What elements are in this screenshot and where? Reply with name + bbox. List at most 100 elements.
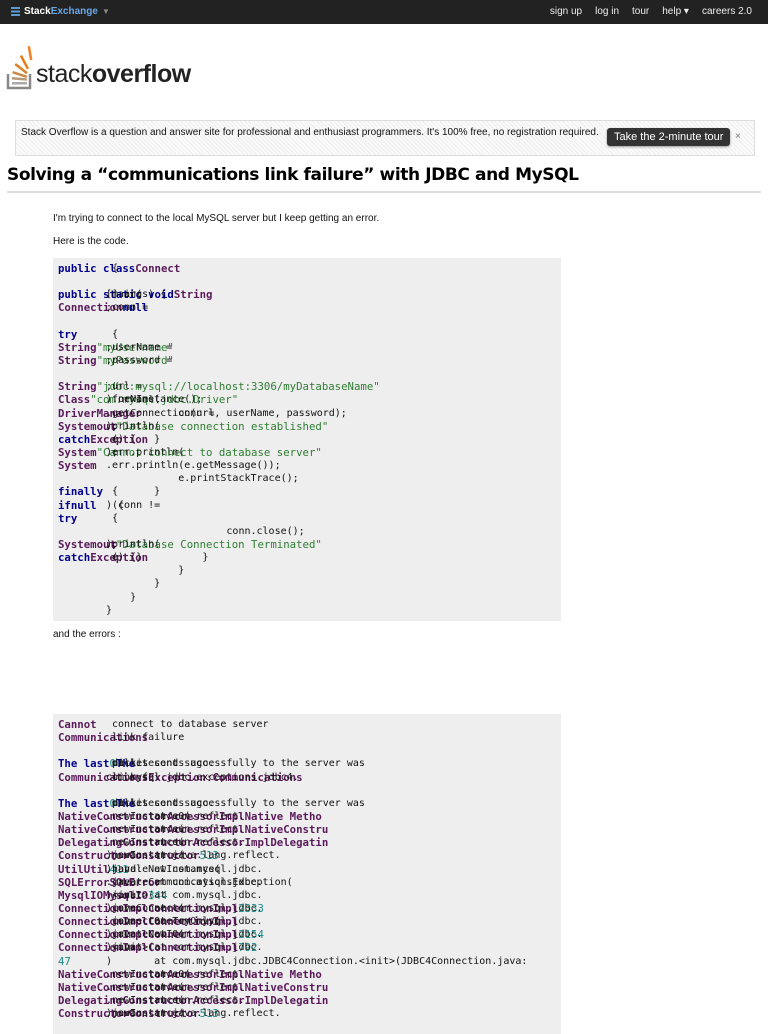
careers-link[interactable]: careers 2.0 (702, 6, 752, 17)
code-token: { (106, 328, 119, 340)
code-token: System (58, 459, 97, 473)
code-token: The last (58, 757, 110, 771)
code-token: Delegatin (270, 836, 329, 850)
code-token: ) (106, 889, 113, 901)
code-token: null (70, 498, 97, 512)
code-token: MysqlIO (58, 888, 104, 902)
code-line: } (58, 604, 556, 617)
code-token: ) (106, 863, 113, 875)
code-token: ); (106, 446, 119, 458)
banner-text: Stack Overflow is a question and answer … (21, 127, 599, 138)
code-token: at com.mysql.jdbc.JDBC4Connection.<init>… (106, 955, 528, 967)
code-token: ; (106, 381, 113, 393)
code-token: .newInstance0( (106, 968, 191, 980)
code-line: try { (58, 328, 556, 341)
code-line: } (58, 591, 556, 604)
code-token: link f (106, 771, 149, 783)
code-token: { (106, 512, 119, 524)
code-line: at com.mysql.jdbc. SQLError .createCommuni… (58, 876, 556, 889)
code-token: [] args) { (106, 289, 167, 301)
code-token: dr (106, 797, 125, 809)
code-line: at com.mysql.jdbc. ConnectionImpl .<init>(… (58, 941, 556, 954)
question-paragraph-3: and the errors : (53, 629, 121, 640)
code-token: ; (106, 354, 113, 366)
stackoverflow-logo[interactable]: stackoverflow (6, 38, 196, 92)
code-token: dr (106, 758, 125, 770)
tour-link[interactable]: tour (632, 6, 649, 17)
code-line: conn = DriverManager .getConnection(url, … (58, 407, 556, 420)
take-tour-button[interactable]: Take the 2-minute tour (607, 128, 731, 146)
code-line: at com.mysql.jdbc. ConnectionImpl .connect… (58, 915, 556, 928)
code-token: Delegatin (270, 993, 329, 1007)
code-line: System. out .println("Database connection … (58, 420, 556, 433)
code-line: } (58, 564, 556, 577)
code-token: ); (106, 420, 119, 432)
code-token: The last (58, 796, 110, 810)
code-token: .getConnection(url, userName, password); (106, 407, 347, 419)
code-token: e) { (106, 433, 137, 445)
brand-stack: Stack (24, 6, 51, 17)
code-line: } (58, 577, 556, 590)
code-line: at com.mysql.jdbc.JDBC4Connection.<init>… (58, 955, 556, 968)
code-token: userName = (106, 341, 179, 353)
code-token: Native Metho (244, 809, 322, 823)
code-token: ) (106, 850, 113, 862)
question-title[interactable]: Solving a “communications link failure” … (7, 165, 579, 185)
code-token: ; (106, 302, 113, 314)
code-token: ) (106, 1008, 113, 1020)
code-token: System (58, 445, 97, 459)
question-paragraph-2: Here is the code. (53, 236, 129, 247)
question-paragraph-1: I'm trying to connect to the local MySQL… (53, 213, 380, 224)
log-in-link[interactable]: log in (595, 6, 619, 17)
code-token: .java (106, 876, 137, 888)
code-line: at com.mysql.jdbc. MysqlIO .<init>(MysqlIO… (58, 889, 556, 902)
code-token: ; (106, 341, 113, 353)
code-token: password = (106, 354, 179, 366)
code-line: } catch (Exception e) {} (58, 551, 556, 564)
close-icon[interactable]: × (735, 131, 741, 142)
code-line: com.mysql.jdbc.exceptions.jdbc4. Communic… (58, 771, 556, 784)
help-link[interactable]: help ▾ (662, 6, 689, 17)
code-token: String (58, 353, 97, 367)
code-token: catch (58, 551, 91, 565)
error-block: Cannot connect to database server Communi… (53, 714, 561, 1034)
code-token: link failure (106, 732, 185, 744)
sign-up-link[interactable]: sign up (550, 6, 582, 17)
code-token: Util (58, 862, 84, 876)
code-token: public class (58, 262, 136, 275)
code-line: The last packet sent successfully to the… (58, 757, 556, 770)
code-token: .newInstance( (106, 994, 185, 1006)
code-token: .newInstance( (106, 824, 185, 836)
code-token: connect to database server (106, 719, 269, 730)
code-token: } (106, 578, 161, 590)
stackexchange-menu[interactable]: StackExchange ▼ (11, 6, 110, 17)
code-line: try { (58, 512, 556, 525)
code-token: .newInstance0( (106, 810, 191, 822)
code-line: e.printStackTrace(); (58, 472, 556, 485)
code-token: } (106, 591, 137, 603)
code-line: Communications link failure (58, 731, 556, 744)
code-token: ).newInstance(); (106, 394, 203, 406)
code-token: ) (106, 942, 113, 954)
code-token: } (106, 604, 113, 616)
code-line: conn.close(); (58, 525, 556, 538)
code-token: catch (58, 432, 91, 446)
code-token: ) (106, 902, 113, 914)
code-token: if (58, 498, 71, 512)
code-line: public class Connect { (58, 262, 556, 275)
code-line: System .err.println("Cannot connect to da… (58, 446, 556, 459)
code-token: try (58, 327, 78, 341)
code-token: conn = (106, 302, 155, 314)
code-token: { (106, 486, 119, 498)
code-token: NativeConstru (244, 823, 329, 837)
code-token: 47 (58, 954, 71, 968)
code-line: } catch (Exception e) { (58, 433, 556, 446)
top-bar: StackExchange ▼ sign up log in tour help… (0, 0, 768, 24)
code-line: at java.lang.reflect. Constructor .newInst… (58, 1007, 556, 1020)
code-token: ); (106, 538, 119, 550)
code-line: if (conn != null) { (58, 499, 556, 512)
